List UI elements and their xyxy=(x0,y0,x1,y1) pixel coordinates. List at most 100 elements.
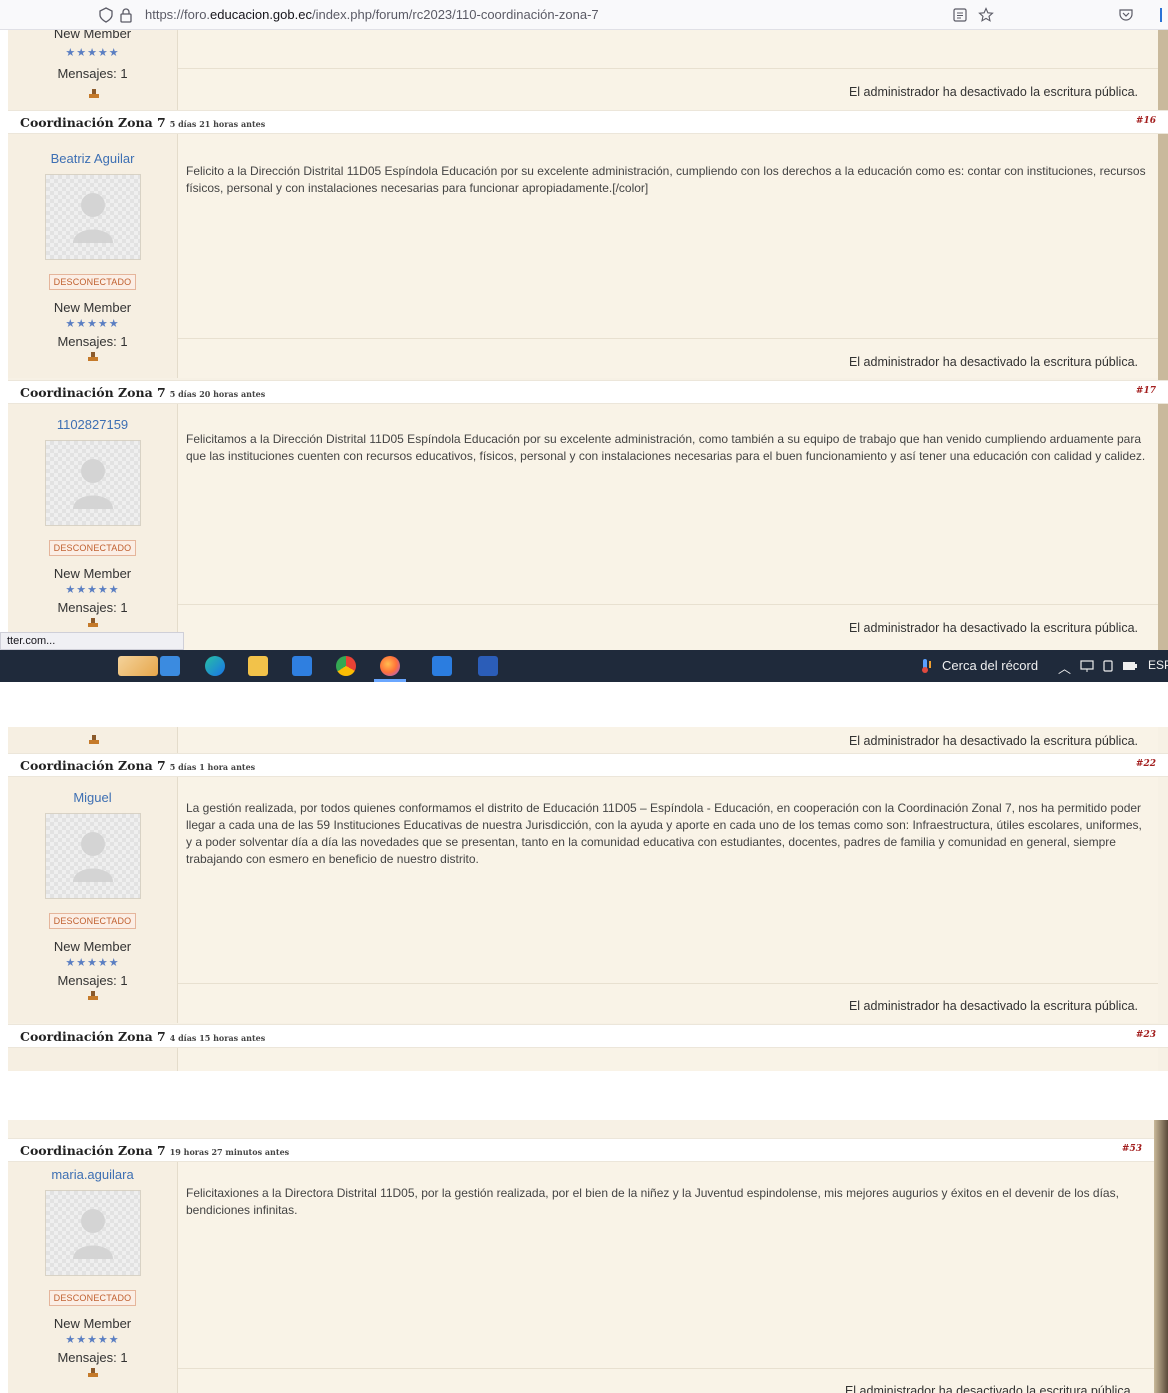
windows-taskbar: Cerca del récord ︿ ESP xyxy=(0,650,1168,682)
battery-icon[interactable] xyxy=(1122,660,1138,672)
lock-app-icon[interactable] xyxy=(160,656,180,676)
volume-icon[interactable] xyxy=(1102,659,1116,673)
user-silhouette-icon xyxy=(72,1209,113,1259)
chrome-icon[interactable] xyxy=(336,656,356,676)
status-badge: DESCONECTADO xyxy=(48,1290,137,1306)
stamp-icon xyxy=(87,352,98,361)
url-host: educacion.gob.ec xyxy=(210,7,312,22)
stamp-icon xyxy=(89,735,99,744)
status-badge: DESCONECTADO xyxy=(48,540,137,556)
avatar xyxy=(44,440,141,526)
post-sidebar: Miguel DESCONECTADO New Member ★★★★★ Men… xyxy=(8,777,178,1023)
store-icon[interactable] xyxy=(292,656,312,676)
write-disabled-notice: El administrador ha desactivado la escri… xyxy=(844,1384,1134,1393)
url-path: /index.php/forum/rc2023/110-coordinación… xyxy=(311,7,599,22)
widget-notes-icon[interactable] xyxy=(118,656,158,676)
rank-stars: ★★★★★ xyxy=(65,584,120,596)
post-time: 19 horas 27 minutos antes xyxy=(169,1147,290,1157)
message-count: Mensajes: 1 xyxy=(57,66,128,81)
link-status-popup: tter.com... xyxy=(0,632,184,650)
post-content: El administrador ha desactivado la escri… xyxy=(178,30,1158,110)
status-link-text: tter.com... xyxy=(7,635,56,647)
header-author[interactable]: Coordinación Zona 7 19 horas 27 minutos a… xyxy=(20,1143,289,1158)
reader-view-icon[interactable] xyxy=(952,7,968,23)
user-rank: New Member xyxy=(53,566,132,581)
post-body: Felicito a la Dirección Distrital 11D05 … xyxy=(186,164,1146,195)
user-rank: New Member xyxy=(53,1316,132,1331)
browser-toolbar: https://foro.educacion.gob.ec/index.php/… xyxy=(0,0,1168,30)
avatar xyxy=(44,174,141,260)
header-author[interactable]: Coordinación Zona 75 días 21 horas antes xyxy=(20,115,265,130)
post-username[interactable]: maria.aguilara xyxy=(8,1167,177,1182)
post-content: Felicitamos a la Dirección Distrital 11D… xyxy=(178,404,1158,650)
firefox-icon[interactable] xyxy=(380,656,400,676)
write-disabled-notice: El administrador ha desactivado la escri… xyxy=(848,621,1138,635)
post-sidebar: New Member ★★★★★ Mensajes: 1 xyxy=(8,30,178,110)
language-indicator[interactable]: ESP xyxy=(1148,658,1168,672)
avatar xyxy=(44,813,141,899)
post-username[interactable]: Miguel xyxy=(8,790,177,805)
message-count: Mensajes: 1 xyxy=(57,973,128,988)
user-rank: New Member xyxy=(53,300,132,315)
avatar xyxy=(44,1190,141,1276)
stamp-icon xyxy=(89,89,99,98)
post-content: El administrador ha desactivado la escri… xyxy=(178,727,1158,753)
post-number[interactable]: #23 xyxy=(1136,1030,1156,1040)
post-number[interactable]: #17 xyxy=(1136,386,1156,396)
stamp-icon xyxy=(87,991,98,1000)
address-bar[interactable]: https://foro.educacion.gob.ec/index.php/… xyxy=(145,7,599,22)
post-time: 5 días 21 horas antes xyxy=(169,119,266,129)
word-icon[interactable] xyxy=(478,656,498,676)
toolbar-overflow xyxy=(1160,8,1168,22)
header-author[interactable]: Coordinación Zona 75 días 20 horas antes xyxy=(20,385,265,400)
screenshot-3: Coordinación Zona 7 19 horas 27 minutos a… xyxy=(0,1120,1168,1393)
status-badge: DESCONECTADO xyxy=(48,274,137,290)
post-separator xyxy=(178,338,1158,339)
bookmark-star-icon[interactable] xyxy=(978,7,994,23)
post-number[interactable]: #16 xyxy=(1136,116,1156,126)
stamp-icon xyxy=(87,1368,98,1377)
header-author-name: Coordinación Zona 7 xyxy=(20,385,166,400)
active-app-indicator xyxy=(374,679,406,682)
post-body: La gestión realizada, por todos quienes … xyxy=(186,801,1142,866)
post-header: Coordinación Zona 7 19 horas 27 minutos a… xyxy=(8,1138,1154,1162)
post-number[interactable]: #22 xyxy=(1136,759,1156,769)
weather-icon[interactable] xyxy=(918,658,934,674)
tray-chevron-icon[interactable]: ︿ xyxy=(1058,658,1071,677)
post-content: Felicito a la Dirección Distrital 11D05 … xyxy=(178,134,1158,378)
post-username[interactable]: 1102827159 xyxy=(8,417,177,432)
mail-icon[interactable] xyxy=(432,656,452,676)
network-icon[interactable] xyxy=(1080,659,1094,673)
write-disabled-notice: El administrador ha desactivado la escri… xyxy=(848,999,1138,1013)
post-content xyxy=(178,1048,1158,1071)
header-author-name: Coordinación Zona 7 xyxy=(20,758,166,773)
file-explorer-icon[interactable] xyxy=(248,656,268,676)
post-header: Coordinación Zona 75 días 21 horas antes… xyxy=(8,110,1168,134)
weather-text[interactable]: Cerca del récord xyxy=(942,658,1038,673)
pocket-icon[interactable] xyxy=(1118,7,1134,23)
post-sidebar xyxy=(8,727,178,753)
post-time: 5 días 20 horas antes xyxy=(169,389,266,399)
write-disabled-notice: El administrador ha desactivado la escri… xyxy=(848,85,1138,99)
user-rank: New Member xyxy=(53,939,132,954)
post-header: Coordinación Zona 75 días 20 horas antes… xyxy=(8,380,1168,404)
edge-icon[interactable] xyxy=(205,656,225,676)
page-edge-shadow xyxy=(1154,1120,1168,1393)
post-time: 5 días 1 hora antes xyxy=(169,762,256,772)
post-header: Coordinación Zona 75 días 1 hora antes #… xyxy=(8,753,1168,777)
message-count: Mensajes: 1 xyxy=(57,1350,128,1365)
stamp-icon xyxy=(87,618,98,627)
shield-icon[interactable] xyxy=(98,7,114,23)
header-author[interactable]: Coordinación Zona 75 días 1 hora antes xyxy=(20,758,255,773)
url-prefix: https://foro. xyxy=(145,7,211,22)
user-silhouette-icon xyxy=(72,832,113,882)
screenshot-2: El administrador ha desactivado la escri… xyxy=(0,727,1168,1071)
rank-stars: ★★★★★ xyxy=(65,1334,120,1346)
lock-icon[interactable] xyxy=(118,7,134,23)
post-username[interactable]: Beatriz Aguilar xyxy=(8,151,177,166)
post-number[interactable]: #53 xyxy=(1122,1144,1142,1154)
post-separator xyxy=(178,983,1158,984)
header-author[interactable]: Coordinación Zona 74 días 15 horas antes xyxy=(20,1029,265,1044)
post-body: Felicitamos a la Dirección Distrital 11D… xyxy=(186,432,1146,463)
post-content: Felicitaxiones a la Directora Distrital … xyxy=(178,1162,1154,1393)
